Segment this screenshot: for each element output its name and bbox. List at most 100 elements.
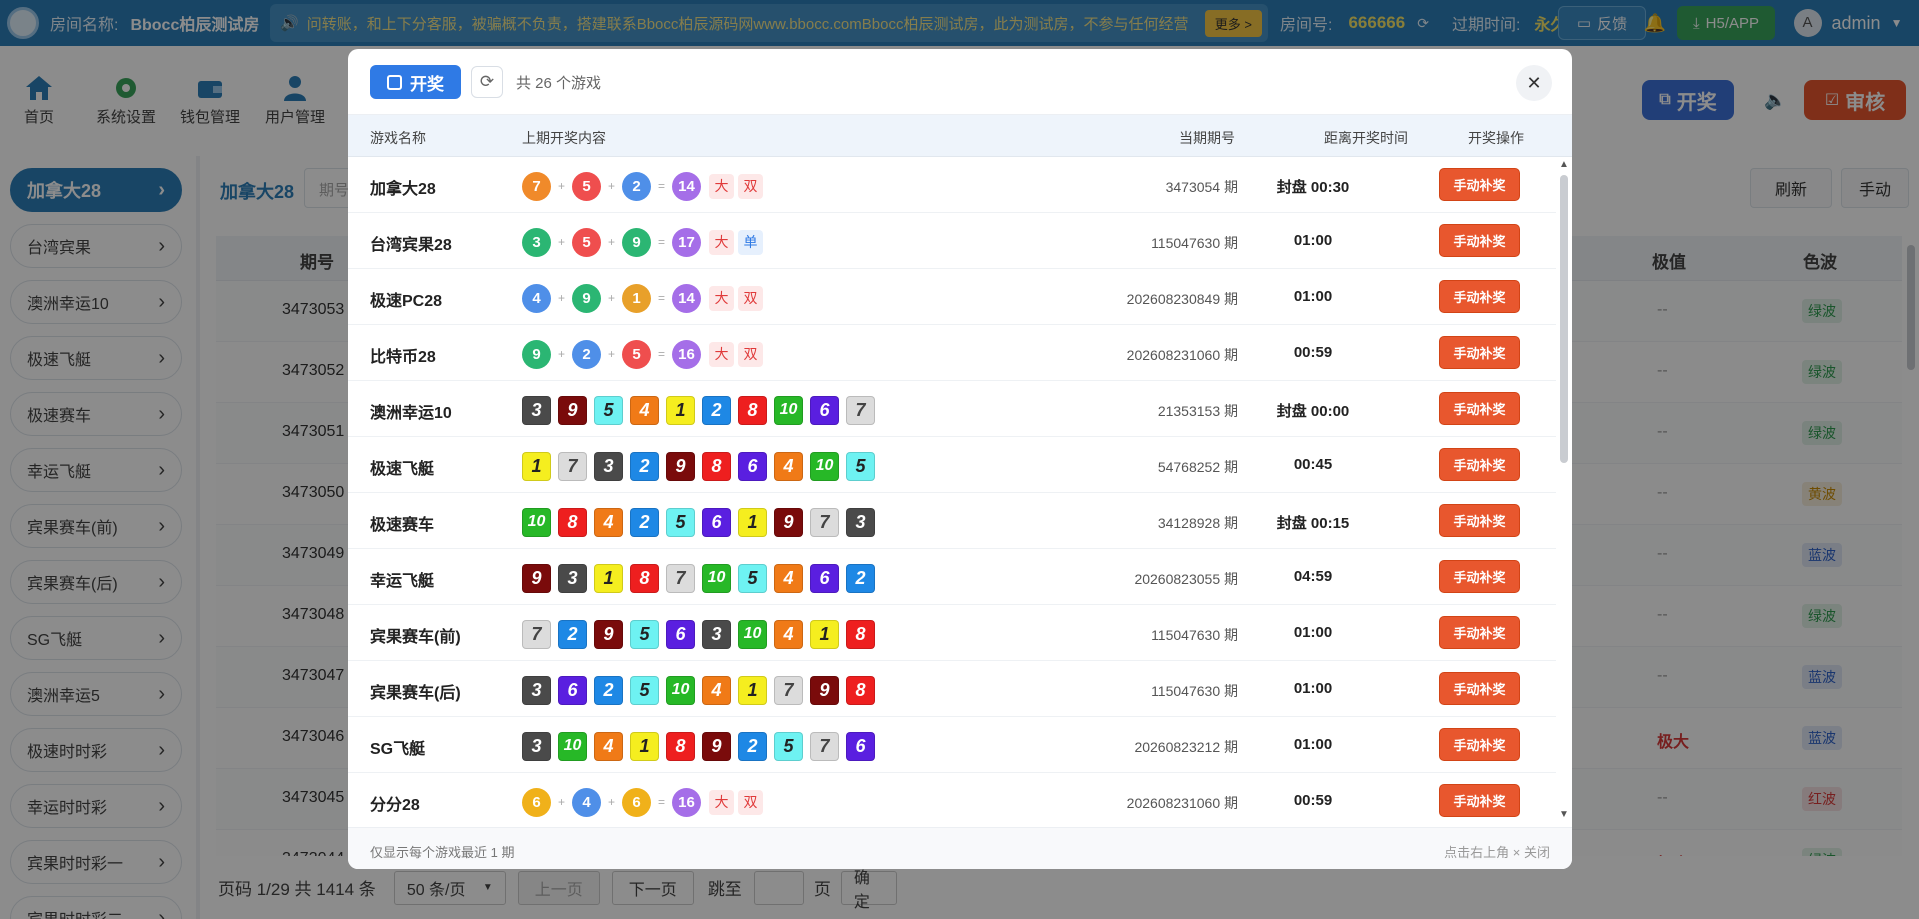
current-period: 34128928 期 bbox=[1157, 515, 1238, 531]
game-row: SG飞艇 3 10 4 1 8 9 2 5 7 6 20260823212 期 01:00 手动补奖 bbox=[348, 717, 1556, 773]
manual-draw-button[interactable]: 手动补奖 bbox=[1439, 336, 1520, 369]
manual-draw-button[interactable]: 手动补奖 bbox=[1439, 728, 1520, 761]
col-last-draw: 上期开奖内容 bbox=[522, 130, 606, 146]
countdown: 01:00 bbox=[1293, 624, 1333, 641]
manual-draw-button[interactable]: 手动补奖 bbox=[1439, 224, 1520, 257]
race-number: 4 bbox=[594, 507, 623, 537]
operator: + bbox=[557, 291, 565, 305]
current-period: 115047630 期 bbox=[1151, 235, 1238, 251]
race-number: 3 bbox=[558, 563, 587, 593]
result-tag: 双 bbox=[738, 789, 763, 815]
result-tag: 大 bbox=[709, 285, 734, 311]
race-number: 6 bbox=[810, 563, 839, 593]
modal-draw-button[interactable]: 开奖 bbox=[370, 65, 461, 99]
manual-draw-button[interactable]: 手动补奖 bbox=[1439, 784, 1520, 817]
game-name: 澳洲幸运10 bbox=[370, 405, 452, 422]
draw-result: 4 +9 +1 = 14 大双 bbox=[522, 283, 763, 313]
countdown: 00:59 bbox=[1293, 792, 1333, 809]
result-ball: 5 bbox=[622, 339, 651, 369]
manual-draw-button[interactable]: 手动补奖 bbox=[1439, 280, 1520, 313]
col-countdown: 距离开奖时间 bbox=[1324, 130, 1408, 146]
result-ball: 3 bbox=[522, 227, 551, 257]
operator: = bbox=[657, 235, 665, 249]
current-period: 54768252 期 bbox=[1157, 459, 1238, 475]
col-current-period: 当期期号 bbox=[1179, 130, 1235, 146]
game-row: 宾果赛车(前) 7 2 9 5 6 3 10 4 1 8 115047630 期 01:00 手动补奖 bbox=[348, 605, 1556, 661]
sum-ball: 17 bbox=[672, 227, 701, 257]
game-row: 台湾宾果28 3 +5 +9 = 17 大单 115047630 期 01:00 手动补奖 bbox=[348, 213, 1556, 269]
sum-ball: 16 bbox=[672, 787, 701, 817]
game-name: 极速飞艇 bbox=[370, 461, 435, 478]
operator: = bbox=[657, 179, 665, 193]
race-number: 10 bbox=[810, 451, 839, 481]
race-number: 7 bbox=[522, 619, 551, 649]
race-number: 3 bbox=[522, 675, 551, 705]
current-period: 115047630 期 bbox=[1151, 627, 1238, 643]
race-number: 5 bbox=[774, 731, 803, 761]
result-tag: 大 bbox=[709, 229, 734, 255]
footer-hint: 点击右上角 × 关闭 bbox=[1444, 845, 1550, 860]
manual-draw-button[interactable]: 手动补奖 bbox=[1439, 168, 1520, 201]
modal-draw-label: 开奖 bbox=[410, 74, 444, 94]
race-number: 4 bbox=[702, 675, 731, 705]
result-tag: 双 bbox=[738, 341, 763, 367]
draw-result: 3 10 4 1 8 9 2 5 7 6 bbox=[522, 731, 882, 761]
race-number: 9 bbox=[558, 395, 587, 425]
operator: + bbox=[557, 347, 565, 361]
sum-ball: 14 bbox=[672, 283, 701, 313]
result-ball: 7 bbox=[522, 171, 551, 201]
game-name: 比特币28 bbox=[370, 349, 436, 366]
result-ball: 9 bbox=[522, 339, 551, 369]
race-number: 4 bbox=[594, 731, 623, 761]
race-number: 6 bbox=[810, 395, 839, 425]
race-number: 8 bbox=[738, 395, 767, 425]
race-number: 1 bbox=[666, 395, 695, 425]
modal-table-header: 游戏名称 上期开奖内容 当期期号 距离开奖时间 开奖操作 bbox=[348, 115, 1572, 157]
draw-result: 7 +5 +2 = 14 大双 bbox=[522, 171, 763, 201]
result-tag: 大 bbox=[709, 173, 734, 199]
dice-icon bbox=[387, 74, 402, 90]
race-number: 8 bbox=[558, 507, 587, 537]
manual-draw-button[interactable]: 手动补奖 bbox=[1439, 616, 1520, 649]
current-period: 20260823055 期 bbox=[1134, 571, 1238, 587]
game-name: 极速赛车 bbox=[370, 517, 435, 534]
scroll-down-icon[interactable]: ▼ bbox=[1559, 809, 1569, 820]
operator: = bbox=[657, 291, 665, 305]
result-ball: 1 bbox=[622, 283, 651, 313]
race-number: 5 bbox=[630, 619, 659, 649]
game-name: 极速PC28 bbox=[370, 293, 443, 310]
col-game-name: 游戏名称 bbox=[370, 130, 426, 146]
result-ball: 6 bbox=[622, 787, 651, 817]
operator: + bbox=[607, 347, 615, 361]
race-number: 6 bbox=[738, 451, 767, 481]
race-number: 5 bbox=[630, 675, 659, 705]
race-number: 5 bbox=[738, 563, 767, 593]
manual-draw-button[interactable]: 手动补奖 bbox=[1439, 392, 1520, 425]
race-number: 4 bbox=[630, 395, 659, 425]
current-period: 202608231060 期 bbox=[1126, 347, 1238, 363]
race-number: 10 bbox=[558, 731, 587, 761]
refresh-icon[interactable]: ⟳ bbox=[471, 66, 503, 98]
modal-scrollbar[interactable]: ▲ ▼ bbox=[1556, 157, 1572, 827]
close-icon[interactable]: ✕ bbox=[1516, 65, 1552, 101]
manual-draw-button[interactable]: 手动补奖 bbox=[1439, 560, 1520, 593]
race-number: 9 bbox=[702, 731, 731, 761]
manual-draw-button[interactable]: 手动补奖 bbox=[1439, 672, 1520, 705]
operator: = bbox=[657, 795, 665, 809]
game-count: 共 26 个游戏 bbox=[516, 75, 602, 92]
current-period: 115047630 期 bbox=[1151, 683, 1238, 699]
draw-modal: 开奖 ⟳ 共 26 个游戏 ✕ 游戏名称 上期开奖内容 当期期号 距离开奖时间 … bbox=[348, 49, 1572, 869]
scroll-up-icon[interactable]: ▲ bbox=[1559, 159, 1569, 170]
countdown: 封盘 00:15 bbox=[1276, 515, 1350, 532]
manual-draw-button[interactable]: 手动补奖 bbox=[1439, 504, 1520, 537]
race-number: 7 bbox=[666, 563, 695, 593]
race-number: 10 bbox=[666, 675, 695, 705]
manual-draw-button[interactable]: 手动补奖 bbox=[1439, 448, 1520, 481]
modal-header: 开奖 ⟳ 共 26 个游戏 ✕ bbox=[348, 49, 1572, 115]
race-number: 2 bbox=[594, 675, 623, 705]
game-row: 比特币28 9 +2 +5 = 16 大双 202608231060 期 00:59 手动补奖 bbox=[348, 325, 1556, 381]
result-tag: 大 bbox=[709, 341, 734, 367]
draw-result: 3 6 2 5 10 4 1 7 9 8 bbox=[522, 675, 882, 705]
race-number: 10 bbox=[738, 619, 767, 649]
game-row: 分分28 6 +4 +6 = 16 大双 202608231060 期 00:59 手动补奖 bbox=[348, 773, 1556, 827]
